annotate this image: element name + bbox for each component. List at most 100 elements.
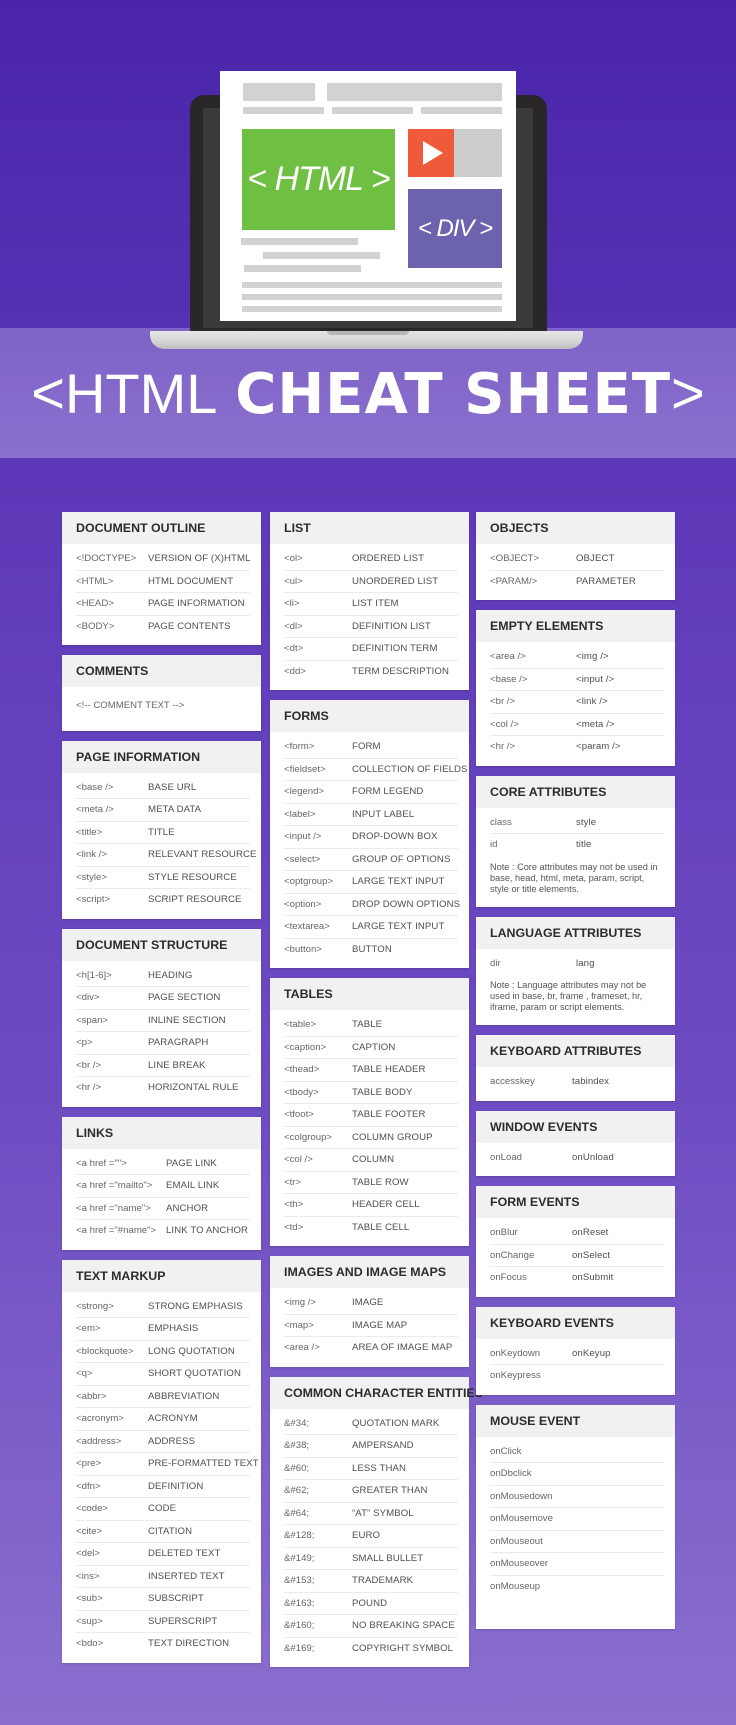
tag-description: SUBSCRIPT <box>148 1593 204 1604</box>
list-item: &#169; COPYRIGHT SYMBOL <box>284 1638 458 1660</box>
tag-description: NO BREAKING SPACE <box>352 1620 455 1631</box>
list-item: <HEAD> PAGE INFORMATION <box>76 593 250 616</box>
tag-name: onFocus <box>490 1272 527 1283</box>
list-item: onKeypress <box>490 1365 664 1387</box>
tag-name: accesskey <box>490 1076 535 1087</box>
list-item: onKeydown onKeyup <box>490 1343 664 1365</box>
list-item: <BODY> PAGE CONTENTS <box>76 616 250 638</box>
tag-description: EURO <box>352 1530 381 1541</box>
tag-name: <legend> <box>284 786 325 797</box>
tag-description: SCRIPT RESOURCE <box>148 894 242 905</box>
tag-name: <a href ="mailto"> <box>76 1180 153 1191</box>
column-right: OBJECTS <OBJECT> OBJECT <PARAM/> PARAMETER EM… <box>476 512 675 1639</box>
tag-description: onReset <box>572 1227 609 1238</box>
list-item: <HTML> HTML DOCUMENT <box>76 571 250 593</box>
list-item: <map> IMAGE MAP <box>284 1315 458 1337</box>
list-item: <col /> COLUMN <box>284 1149 458 1172</box>
card-list: LIST <ol> ORDERED LIST <ul> UNORDERED LIST <l… <box>270 512 469 690</box>
card-images-and-image-maps: IMAGES AND IMAGE MAPS <img /> IMAGE <map> IM… <box>270 1256 469 1367</box>
card-title: DOCUMENT STRUCTURE <box>62 928 261 961</box>
list-item: <q> SHORT QUOTATION <box>76 1363 250 1386</box>
tag-description: onSubmit <box>572 1272 614 1283</box>
tag-name: <br /> <box>76 1059 102 1071</box>
list-item: <hr /> HORIZONTAL RULE <box>76 1077 250 1099</box>
list-item: <style> STYLE RESOURCE <box>76 867 250 889</box>
list-item: accesskey tabindex <box>490 1071 664 1093</box>
tag-description: <link /> <box>576 696 608 707</box>
card-links: LINKS <a href =""> PAGE LINK <a href ="mail… <box>62 1116 261 1250</box>
card-title: MOUSE EVENT <box>476 1404 675 1437</box>
card-title: TEXT MARKUP <box>62 1259 261 1292</box>
tag-description: TABLE ROW <box>352 1176 409 1188</box>
tag-description: HTML DOCUMENT <box>148 575 234 587</box>
list-item: <input /> DROP-DOWN BOX <box>284 826 458 849</box>
card-title: OBJECTS <box>476 512 675 544</box>
tag-description: DROP-DOWN BOX <box>352 831 438 842</box>
tag-name: <address> <box>76 1435 122 1447</box>
tag-name: <q> <box>76 1368 93 1379</box>
tag-name: &#149; <box>284 1552 315 1564</box>
tag-name: <tr> <box>284 1176 302 1188</box>
tag-name: &#160; <box>284 1620 315 1631</box>
list-item: <area /> <img /> <box>490 646 664 669</box>
list-item: <blockquote> LONG QUOTATION <box>76 1341 250 1363</box>
placeholder-bar <box>244 265 361 272</box>
list-item: <a href ="name"> ANCHOR <box>76 1198 250 1220</box>
tag-name: onMouseout <box>490 1535 543 1547</box>
tag-name: <col /> <box>284 1154 313 1165</box>
placeholder-bar <box>242 294 502 300</box>
tag-name: <area /> <box>490 651 526 662</box>
tag-name: &#163; <box>284 1597 315 1609</box>
card-title: TABLES <box>270 978 469 1010</box>
list-item: <dl> DEFINITION LIST <box>284 616 458 638</box>
tag-name: <optgroup> <box>284 876 334 887</box>
tag-name: onChange <box>490 1249 535 1261</box>
tag-name: onMousedown <box>490 1490 553 1502</box>
tag-description: LARGE TEXT INPUT <box>352 921 445 932</box>
tag-name: <acronym> <box>76 1413 124 1424</box>
column-middle: LIST <ol> ORDERED LIST <ul> UNORDERED LIST <l… <box>270 512 483 1677</box>
tag-name: <PARAM/> <box>490 575 538 587</box>
card-rows: onKeydown onKeyup onKeypress <box>476 1339 675 1387</box>
list-item: <area /> AREA OF IMAGE MAP <box>284 1337 458 1359</box>
tag-description: COLUMN GROUP <box>352 1131 433 1143</box>
list-item: <table> TABLE <box>284 1014 458 1037</box>
tag-description: TABLE <box>352 1019 383 1030</box>
list-item: <fieldset> COLLECTION OF FIELDS <box>284 759 467 781</box>
card-rows: class style id title <box>476 808 675 856</box>
tag-name: <li> <box>284 598 300 609</box>
tag-description: CAPTION <box>352 1041 396 1053</box>
tag-description: TABLE FOOTER <box>352 1109 426 1120</box>
tag-name: <h[1-6]> <box>76 969 112 981</box>
tag-description: COLUMN <box>352 1154 395 1165</box>
tag-description: HEADING <box>148 969 193 981</box>
tag-description: tabindex <box>572 1076 610 1087</box>
card-title: WINDOW EVENTS <box>476 1110 675 1143</box>
tag-name: <dfn> <box>76 1480 101 1492</box>
tag-description: onKeyup <box>572 1347 611 1359</box>
tag-name: <meta /> <box>76 804 114 815</box>
tag-description: GREATER THAN <box>352 1485 428 1496</box>
tag-name: <bdo> <box>76 1638 104 1649</box>
card-keyboard-events: KEYBOARD EVENTS onKeydown onKeyup onKeypres… <box>476 1306 675 1395</box>
list-item: <li> LIST ITEM <box>284 593 458 616</box>
card-title: FORM EVENTS <box>476 1186 675 1218</box>
tag-description: TABLE HEADER <box>352 1064 426 1075</box>
list-item: <tr> TABLE ROW <box>284 1172 458 1194</box>
tag-description: PRE-FORMATTED TEXT <box>148 1458 259 1469</box>
card-core-attributes: CORE ATTRIBUTES class style id title Note : C… <box>476 775 675 907</box>
column-left: DOCUMENT OUTLINE <!DOCTYPE> VERSION OF (X)… <box>62 512 261 1673</box>
tag-description: CITATION <box>148 1525 193 1537</box>
tag-name: onKeypress <box>490 1370 541 1381</box>
tag-name: id <box>490 839 498 850</box>
tag-name: <a href ="#name"> <box>76 1225 157 1236</box>
tag-description: <img /> <box>576 651 609 662</box>
card-rows: <form> FORM <fieldset> COLLECTION OF FIELDS… <box>270 732 469 960</box>
card-title: LIST <box>270 512 469 544</box>
tag-name: <blockquote> <box>76 1345 134 1357</box>
placeholder-bar <box>243 83 315 101</box>
card-rows: <!DOCTYPE> VERSION OF (X)HTML <HTML> HTML D… <box>62 544 261 637</box>
tag-name: onDbclick <box>490 1468 532 1479</box>
title-bold: CHEAT SHEET <box>235 362 672 427</box>
tag-description: LONG QUOTATION <box>148 1345 235 1357</box>
